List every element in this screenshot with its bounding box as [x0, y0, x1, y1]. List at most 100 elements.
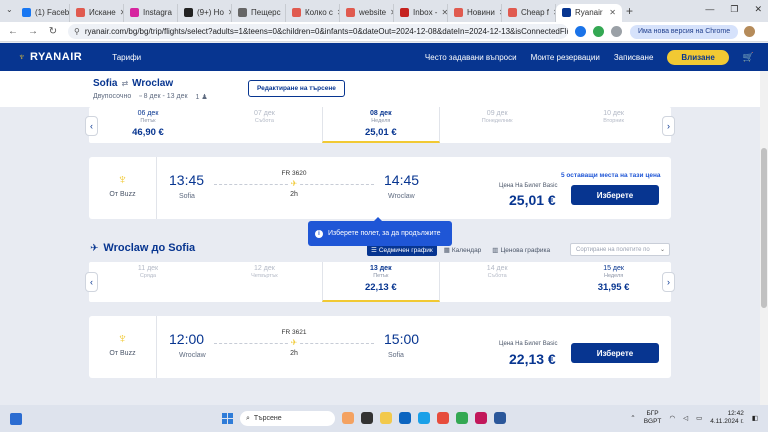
tab-label: websitе: [359, 8, 387, 17]
cart-icon[interactable]: 🛒: [743, 52, 754, 63]
tab-ryanair[interactable]: Ryanair ✕: [556, 3, 622, 22]
notifications-icon[interactable]: ◧: [752, 414, 758, 422]
nav-my-bookings[interactable]: Моите резервации: [531, 53, 600, 62]
select-outbound-button[interactable]: Изберете: [571, 185, 659, 205]
tab-label: Колко с: [305, 8, 333, 17]
file-explorer-icon[interactable]: [380, 412, 392, 424]
tab-search-icon[interactable]: ⌄: [6, 5, 13, 14]
new-tab-button[interactable]: +: [626, 4, 633, 18]
browser-tab[interactable]: Колко с✕: [286, 3, 340, 22]
date-option[interactable]: 06 дек Петък 46,90 €: [89, 107, 207, 143]
chrome-update-button[interactable]: Има нова версия на Chrome: [630, 24, 739, 39]
extension-icon[interactable]: [575, 26, 586, 37]
reload-icon[interactable]: ↻: [46, 26, 60, 37]
departure-city: Sofia: [179, 193, 195, 200]
departure-time: 12:00: [169, 331, 205, 347]
tab-favicon-icon: [22, 8, 31, 17]
info-icon: i: [315, 229, 323, 238]
next-dates-arrow-icon[interactable]: ›: [662, 116, 675, 136]
flight-path: ✈: [214, 338, 374, 348]
select-flight-tooltip: i Изберете полет, за да продължите: [308, 217, 452, 246]
edit-search-button[interactable]: Редактиране на търсене: [248, 80, 345, 97]
close-window-button[interactable]: ✕: [754, 4, 762, 15]
tab-label: (9+) Ho: [197, 8, 224, 17]
browser-tab[interactable]: websitе✕: [340, 3, 394, 22]
next-dates-arrow-icon[interactable]: ›: [662, 272, 675, 292]
date-option[interactable]: 15 дек Неделя 31,95 €: [555, 262, 673, 302]
mail-app-icon[interactable]: [399, 412, 411, 424]
nav-tariffs[interactable]: Тарифи: [112, 53, 141, 62]
wifi-icon[interactable]: ◠: [669, 414, 675, 422]
list-icon: ☰: [371, 247, 377, 254]
tab-label: Новини: [467, 8, 495, 17]
return-flight-card[interactable]: ♆ От Buzz 12:00 Wroclaw FR 3621 ✈ 2h 15:…: [89, 316, 671, 378]
fare-type: Цена На Билет Basic: [499, 341, 558, 347]
word-app-icon[interactable]: [494, 412, 506, 424]
outbound-flight-card[interactable]: ♆ От Buzz 13:45 Sofia FR 3620 ✈ 2h 14:45…: [89, 157, 671, 219]
window-controls: — ❐ ✕: [705, 4, 762, 15]
volume-icon[interactable]: ◁: [683, 414, 688, 422]
browser-tab[interactable]: Inbox - ✕: [394, 3, 448, 22]
browser-tab[interactable]: (1) Faceb✕: [16, 3, 70, 22]
tab-label: Ryanair: [575, 8, 603, 17]
profile-avatar[interactable]: [744, 26, 756, 37]
browser-tab[interactable]: (9+) Ho✕: [178, 3, 232, 22]
weekday-label: Четвъртък: [251, 273, 278, 279]
date-label: 07 дек: [254, 110, 275, 117]
browser-tab[interactable]: Искане✕: [70, 3, 124, 22]
url-input[interactable]: ⚲ ryanair.com/bg/bg/trip/flights/select?…: [68, 24, 568, 39]
flight-info: FR 3620 ✈ 2h: [214, 170, 374, 198]
browser-tab[interactable]: Cheap f✕: [502, 3, 556, 22]
nav-faq[interactable]: Често задавани въпроси: [425, 53, 517, 62]
tab-favicon-icon: [184, 8, 193, 17]
clock[interactable]: 12:42 4.11.2024 г.: [710, 410, 744, 426]
windows-start-icon[interactable]: [222, 413, 233, 424]
date-option: 07 дек Събота: [205, 107, 323, 143]
flight-path: ✈: [214, 179, 374, 189]
departure-time: 13:45: [169, 172, 205, 188]
sort-select[interactable]: Сортиране на полетите по ⌄: [570, 243, 670, 256]
back-arrow-icon[interactable]: ←: [6, 26, 20, 37]
browser-tab[interactable]: Пещерс✕: [232, 3, 286, 22]
app-icon[interactable]: [475, 412, 487, 424]
battery-icon[interactable]: ▭: [696, 414, 702, 422]
tab-price-chart[interactable]: ▥ Ценова графика: [488, 244, 554, 256]
tab-calendar-label: Календар: [451, 246, 482, 254]
minimize-button[interactable]: —: [705, 4, 714, 15]
date-option[interactable]: 08 дек Неделя 25,01 €: [321, 107, 440, 143]
tab-weekly-label: Седмичен график: [378, 246, 433, 254]
scrollbar-thumb[interactable]: [761, 148, 767, 308]
weekday-label: Събота: [487, 273, 507, 279]
close-tab-icon[interactable]: ✕: [609, 8, 616, 17]
date-option[interactable]: 13 дек Петък 22,13 €: [321, 262, 440, 302]
login-button[interactable]: Влизане: [667, 49, 729, 65]
task-view-icon[interactable]: [361, 412, 373, 424]
photos-app-icon[interactable]: [342, 412, 354, 424]
maximize-button[interactable]: ❐: [730, 4, 738, 15]
person-icon: ♟: [199, 94, 208, 101]
nav-signup[interactable]: Записване: [614, 53, 654, 62]
tab-favicon-icon: [76, 8, 85, 17]
extension-icon[interactable]: [593, 26, 604, 37]
browser-tab[interactable]: Новини✕: [448, 3, 502, 22]
widgets-icon[interactable]: [10, 412, 22, 425]
chevron-up-icon[interactable]: ⌃: [630, 414, 635, 422]
trip-type: Двупосочно: [93, 93, 132, 100]
edge-browser-icon[interactable]: [418, 412, 430, 424]
ryanair-logo[interactable]: ♆ RYANAIR: [18, 51, 82, 63]
return-section-title: ✈ Wroclaw до Sofia: [90, 242, 195, 254]
puzzle-icon[interactable]: [611, 26, 622, 37]
dates-group: ▫ 8 дек - 13 дек: [139, 93, 187, 101]
forward-arrow-icon[interactable]: →: [26, 26, 40, 37]
browser-tab[interactable]: Instagra✕: [124, 3, 178, 22]
site-info-icon[interactable]: ⚲: [74, 27, 80, 36]
passengers-group: 1 ♟: [196, 93, 208, 101]
select-return-button[interactable]: Изберете: [571, 343, 659, 363]
taskbar-search-input[interactable]: ⌕ Търсене: [240, 411, 335, 426]
language-indicator[interactable]: БГР BGPT: [644, 410, 662, 426]
address-bar: ← → ↻ ⚲ ryanair.com/bg/bg/trip/flights/s…: [0, 22, 768, 42]
plane-icon: ✈: [90, 242, 99, 254]
chrome-app-icon[interactable]: [456, 412, 468, 424]
store-app-icon[interactable]: [437, 412, 449, 424]
page-scrollbar[interactable]: [760, 71, 768, 405]
